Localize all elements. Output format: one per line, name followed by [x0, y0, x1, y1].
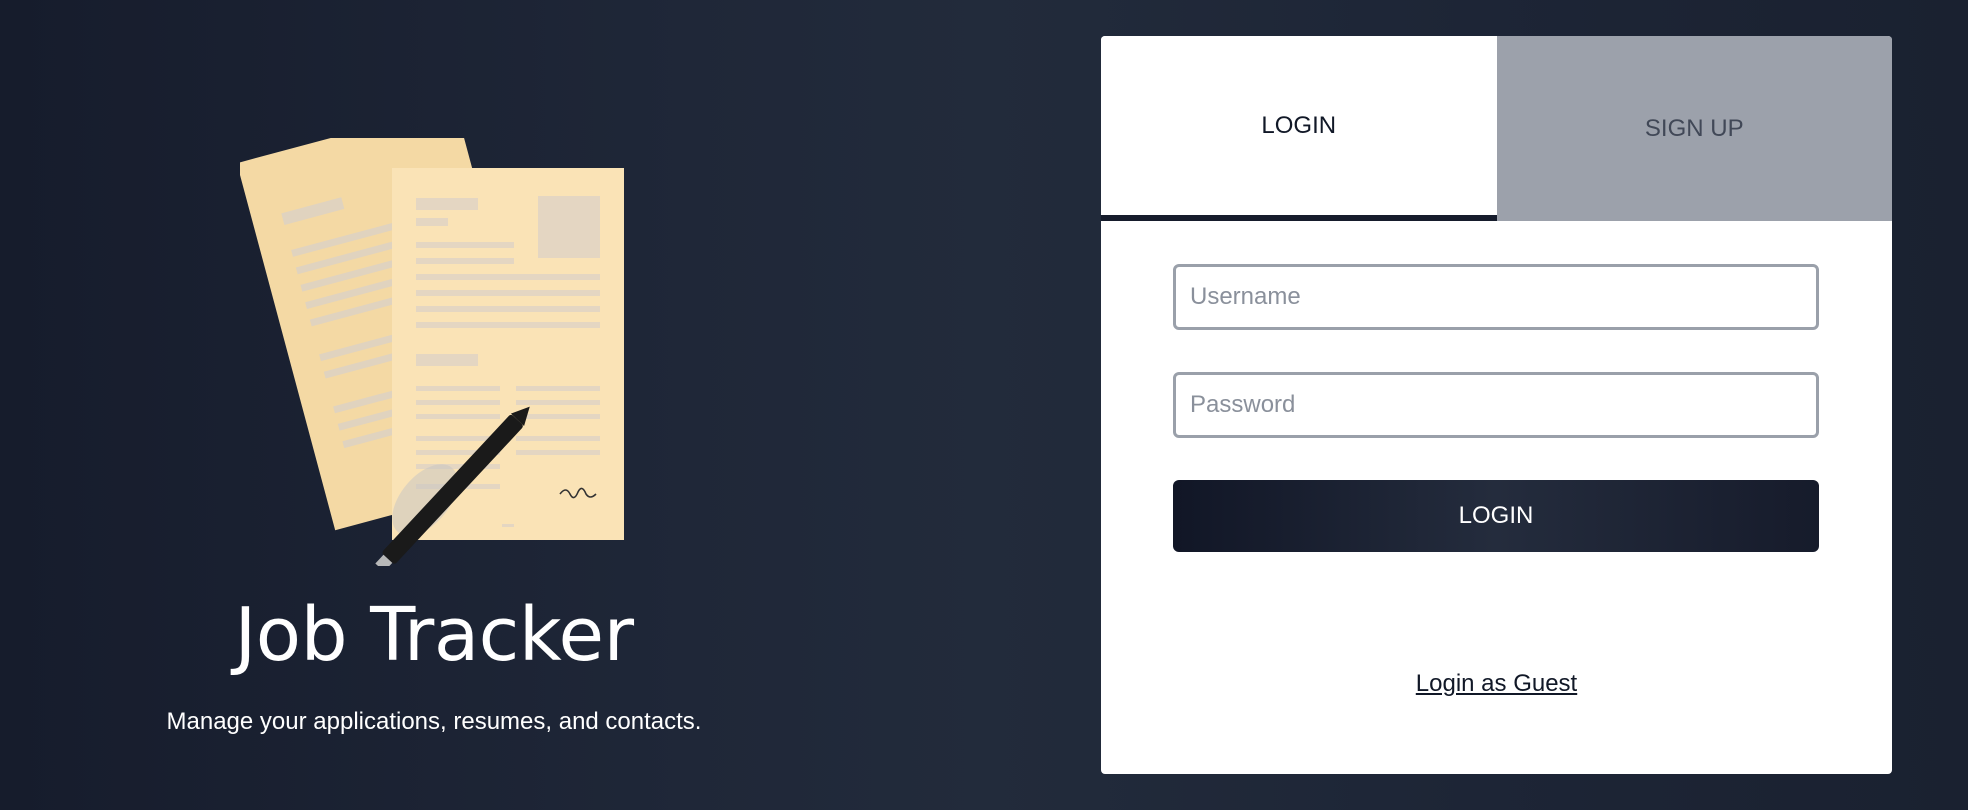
tab-sign-up[interactable]: SIGN UP: [1496, 36, 1892, 221]
app-tagline: Manage your applications, resumes, and c…: [166, 708, 702, 735]
username-input[interactable]: [1173, 264, 1819, 330]
tab-login[interactable]: LOGIN: [1101, 36, 1497, 221]
app-title: Job Tracker: [234, 592, 634, 678]
login-as-guest-link[interactable]: Login as Guest: [1101, 670, 1892, 698]
login-button[interactable]: LOGIN: [1173, 480, 1819, 552]
auth-tabs: LOGIN SIGN UP: [1101, 36, 1892, 221]
hero-section: Job Tracker Manage your applications, re…: [0, 0, 868, 810]
auth-card: LOGIN SIGN UP LOGIN Login as Guest: [1101, 36, 1892, 774]
password-input[interactable]: [1173, 372, 1819, 438]
documents-with-pen-icon: [240, 138, 624, 566]
